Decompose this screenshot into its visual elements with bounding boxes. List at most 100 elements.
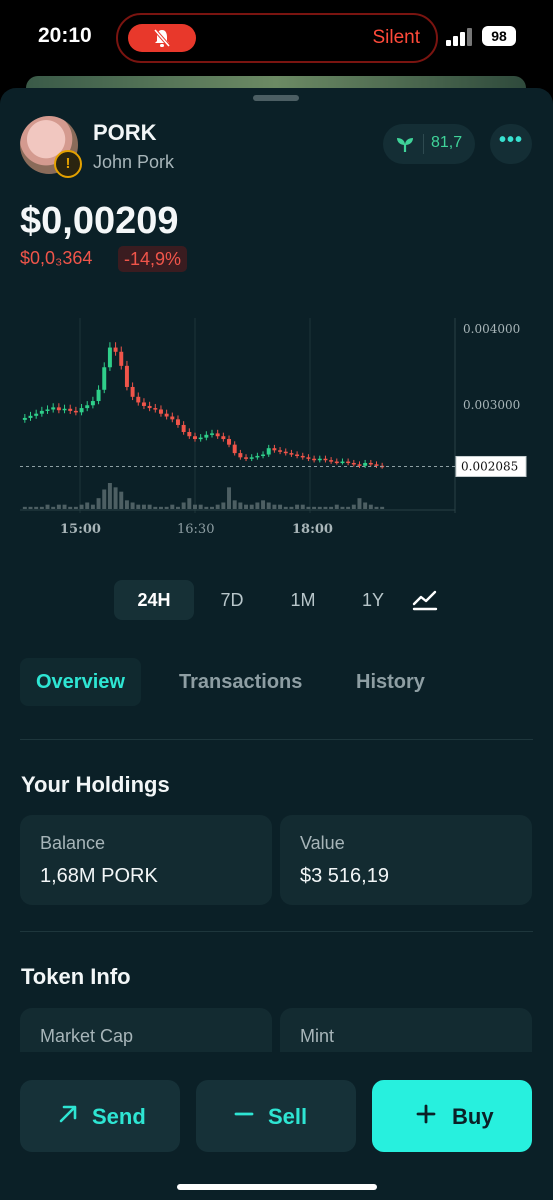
volume-bar <box>368 504 373 509</box>
candle <box>266 448 271 455</box>
volume-bar <box>34 506 39 509</box>
current-price: $0,00209 <box>20 200 179 242</box>
sell-button[interactable]: Sell <box>196 1080 356 1152</box>
candles <box>22 342 385 469</box>
candle <box>238 453 243 458</box>
minus-icon <box>234 1112 254 1116</box>
balance-label: Balance <box>40 833 106 853</box>
tab-overview[interactable]: Overview <box>20 658 141 706</box>
volume-bar <box>102 489 107 509</box>
status-bar: 20:10 Silent 98 <box>0 0 553 96</box>
candle <box>244 457 249 459</box>
price-change-abs: $0,0₃364 <box>20 248 93 268</box>
volume-bar <box>45 504 50 509</box>
candle <box>306 457 311 459</box>
mint-label: Mint <box>300 1026 335 1046</box>
volume-bar <box>249 504 254 509</box>
candle <box>175 419 180 425</box>
volume-bar <box>227 487 232 509</box>
volume-bar <box>198 504 203 509</box>
candle <box>255 455 260 458</box>
value-card: Value $3 516,19 <box>280 815 532 905</box>
candle <box>221 436 226 440</box>
candle <box>51 407 56 410</box>
x-tick-label: 18:00 <box>292 522 333 537</box>
candle <box>153 408 158 410</box>
x-tick-label: 15:00 <box>60 522 101 537</box>
price-chart[interactable]: 0.004000 0.003000 0.002085 15:00 16:30 1… <box>0 308 553 548</box>
candle <box>295 454 300 457</box>
candle <box>181 424 186 432</box>
candle <box>227 439 232 445</box>
candle <box>261 454 266 457</box>
volume-bar <box>329 506 334 509</box>
value-label: Value <box>300 833 345 853</box>
volume-bar <box>136 504 141 509</box>
token-symbol: PORK <box>93 120 157 145</box>
candle <box>289 453 294 455</box>
volume-bar <box>283 506 288 509</box>
volume-bar <box>28 506 33 509</box>
candle <box>102 367 107 390</box>
candle <box>215 433 220 437</box>
timeframe-1m[interactable]: 1M <box>276 580 330 620</box>
candle <box>374 464 379 466</box>
volume-bar <box>272 504 277 509</box>
candle <box>73 410 78 413</box>
timeframe-1y[interactable]: 1Y <box>346 580 400 620</box>
buy-button[interactable]: Buy <box>372 1080 532 1152</box>
token-name: John Pork <box>93 152 175 172</box>
tab-history[interactable]: History <box>356 658 425 706</box>
y-tick-label: 0.004000 <box>463 322 520 336</box>
volume-bar <box>210 506 214 509</box>
dynamic-island: Silent <box>116 13 438 63</box>
score-badge[interactable]: 81,7 <box>383 124 475 164</box>
timeframe-7d[interactable]: 7D <box>205 580 259 620</box>
volume-bar <box>221 502 226 509</box>
candle <box>62 408 67 411</box>
battery-icon: 98 <box>482 26 516 46</box>
last-price-label: 0.002085 <box>461 459 518 473</box>
more-button[interactable]: ••• <box>490 124 532 164</box>
volume-bar <box>334 504 339 509</box>
candle <box>363 462 368 466</box>
candle <box>45 409 50 411</box>
volume-bar <box>380 506 385 509</box>
chart-grid <box>20 318 456 513</box>
timeframe-24h[interactable]: 24H <box>114 580 194 620</box>
divider <box>20 739 533 740</box>
candle <box>124 365 129 387</box>
candle <box>300 455 305 458</box>
candle <box>204 434 209 438</box>
volume-bar <box>357 498 362 509</box>
sheet-grabber[interactable] <box>253 95 299 101</box>
volume-bar <box>187 498 192 509</box>
volume-bar <box>62 504 67 509</box>
volume-bar <box>300 504 305 509</box>
market-cap-label: Market Cap <box>40 1026 134 1046</box>
candle <box>198 437 203 440</box>
volume-bar <box>374 506 379 509</box>
line-chart-toggle-icon[interactable] <box>411 588 439 612</box>
token-sheet: ! PORK John Pork 81,7 ••• $0,00209 $0,0₃… <box>0 88 553 1200</box>
volume-bar <box>193 504 197 509</box>
divider <box>20 931 533 932</box>
tab-transactions[interactable]: Transactions <box>179 658 302 706</box>
volume-bar <box>346 506 351 509</box>
price-change-pct: -14,9% <box>118 246 188 272</box>
warning-icon[interactable]: ! <box>54 150 82 178</box>
candle <box>158 409 163 414</box>
candle <box>39 410 44 414</box>
sell-label: Sell <box>268 1104 308 1129</box>
volume-bar <box>22 506 27 509</box>
volume-bar <box>147 504 152 509</box>
candle <box>90 401 95 406</box>
candle <box>249 457 254 459</box>
status-time: 20:10 <box>38 24 92 47</box>
candle <box>56 407 61 411</box>
send-button[interactable]: Send <box>20 1080 180 1152</box>
candle <box>317 458 322 461</box>
silent-label: Silent <box>372 27 420 48</box>
candle <box>346 461 351 464</box>
sprout-icon <box>397 138 413 152</box>
